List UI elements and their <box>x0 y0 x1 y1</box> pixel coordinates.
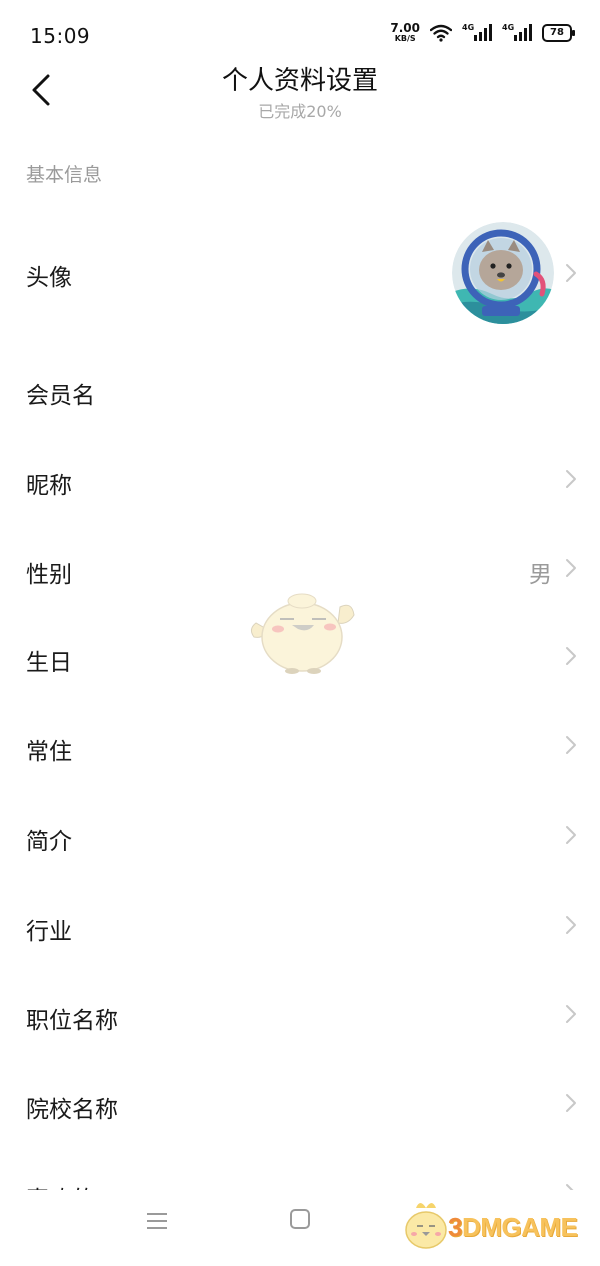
watermark-mascot-icon <box>405 1203 447 1249</box>
menu-icon[interactable] <box>145 1209 169 1233</box>
signal-icon: 4G <box>462 23 492 43</box>
chevron-right-icon <box>566 826 576 844</box>
wifi-icon <box>430 24 452 42</box>
chevron-right-icon <box>566 264 576 282</box>
header: 个人资料设置 已完成20% <box>0 58 600 124</box>
row-nickname[interactable]: 昵称 <box>0 450 600 510</box>
system-nav-bar: 3DMGAME <box>0 1190 600 1266</box>
page-title: 个人资料设置 <box>221 66 378 96</box>
battery-icon: 78 <box>542 23 575 42</box>
network-speed-value: 7.00 <box>390 21 420 35</box>
status-time: 15:09 <box>30 24 91 48</box>
mascot-watermark-image <box>250 593 355 674</box>
row-label: 性别 <box>26 562 72 588</box>
row-school-name[interactable]: 院校名称 <box>0 1074 600 1134</box>
row-member-name: 会员名 <box>0 360 600 420</box>
home-square-icon[interactable] <box>289 1208 311 1230</box>
chevron-right-icon <box>566 1005 576 1023</box>
row-label: 行业 <box>26 919 72 945</box>
avatar[interactable] <box>452 222 554 324</box>
network-speed-unit: KB/S <box>394 34 416 43</box>
completion-progress: 已完成20% <box>258 102 342 121</box>
battery-level: 78 <box>550 27 564 38</box>
row-industry[interactable]: 行业 <box>0 896 600 956</box>
chevron-right-icon <box>566 916 576 934</box>
row-label: 职位名称 <box>26 1008 118 1034</box>
row-label: 会员名 <box>26 383 95 409</box>
row-label: 头像 <box>26 265 72 291</box>
row-bio[interactable]: 简介 <box>0 806 600 866</box>
row-residence[interactable]: 常住 <box>0 716 600 776</box>
section-label-basic-info: 基本信息 <box>26 164 103 186</box>
watermark-text-main: DMGAME <box>461 1212 578 1242</box>
chevron-right-icon <box>566 470 576 488</box>
network-speed: 7.00 KB/S <box>390 22 420 43</box>
status-icons: 7.00 KB/S 4G 4G 78 <box>390 22 575 43</box>
chevron-right-icon <box>566 559 576 577</box>
row-value: 男 <box>529 562 552 588</box>
row-label: 生日 <box>26 650 72 676</box>
watermark-text-prefix: 3 <box>448 1212 462 1242</box>
watermark-logo: 3DMGAME <box>400 1192 590 1252</box>
chevron-right-icon <box>566 1094 576 1112</box>
row-label: 院校名称 <box>26 1097 118 1123</box>
signal-icon: 4G <box>502 23 532 43</box>
chevron-right-icon <box>566 647 576 665</box>
row-label: 昵称 <box>26 473 72 499</box>
watermark-text: 3DMGAME <box>448 1212 578 1243</box>
chevron-right-icon <box>566 736 576 754</box>
row-label: 常住 <box>26 739 72 765</box>
row-job-title[interactable]: 职位名称 <box>0 985 600 1045</box>
row-label: 简介 <box>26 829 72 855</box>
